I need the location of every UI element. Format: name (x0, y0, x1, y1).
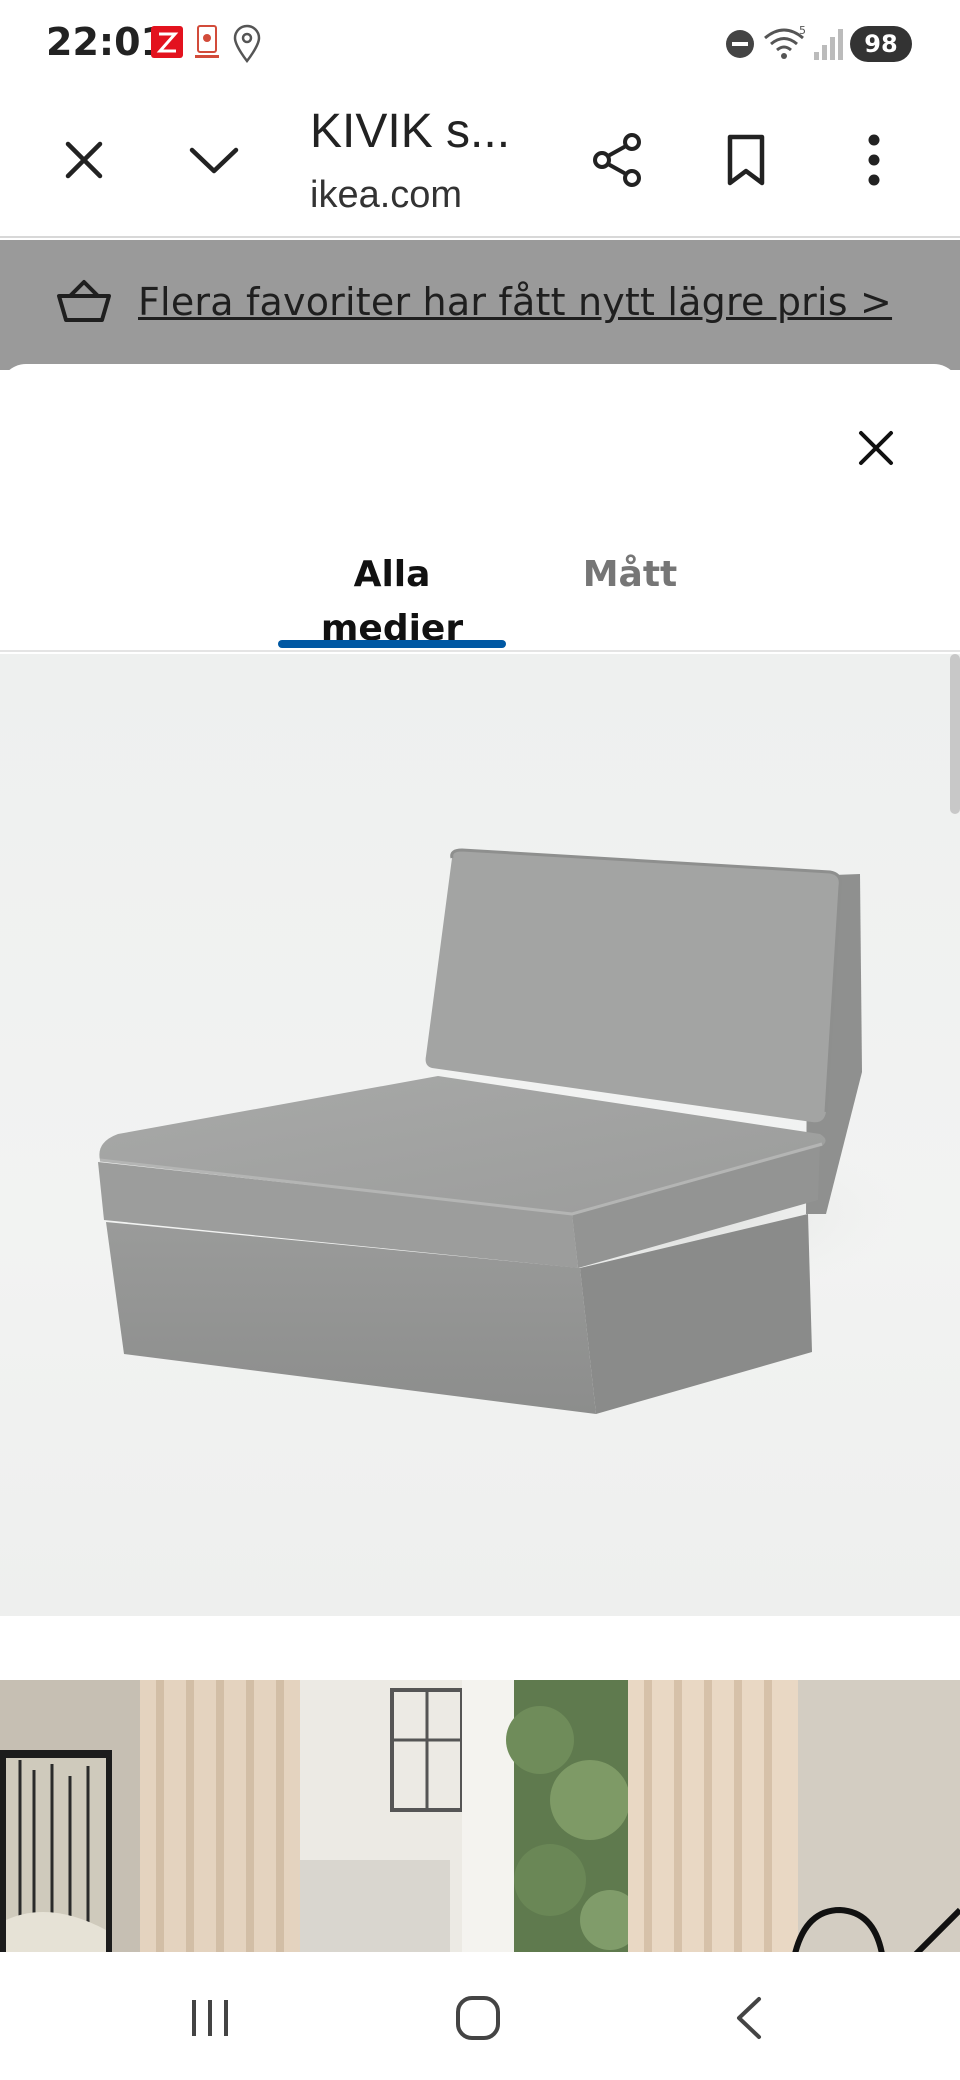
room-scene-illustration (0, 1680, 960, 1952)
back-icon (737, 1997, 761, 2039)
do-not-disturb-icon (726, 30, 754, 58)
recent-apps-icon (192, 2000, 228, 2036)
browser-toolbar: KIVIK s... ikea.com (0, 90, 960, 238)
system-nav-bar (0, 1952, 960, 2080)
battery-indicator: 98 (850, 26, 912, 62)
status-time: 22:01 (46, 20, 167, 64)
share-icon (593, 133, 641, 187)
media-tabs: Alla medier Mått (0, 548, 960, 652)
close-tab-button[interactable] (44, 120, 124, 200)
active-tab-indicator (278, 640, 506, 648)
close-icon (65, 141, 103, 179)
scrollbar[interactable] (950, 654, 960, 814)
room-photo[interactable] (0, 1680, 960, 1952)
notification-z-icon (151, 26, 183, 58)
status-bar: 22:01 5 98 (0, 0, 960, 90)
chevron-down-icon (189, 147, 239, 174)
basket-icon (57, 280, 111, 322)
home-button[interactable] (428, 1978, 528, 2058)
tab-alla-medier[interactable]: Alla medier (278, 548, 506, 652)
home-icon (456, 1996, 500, 2040)
expand-button[interactable] (174, 120, 254, 200)
more-options-button[interactable] (834, 120, 914, 200)
sheet-close-button[interactable] (836, 408, 916, 488)
product-image[interactable] (0, 654, 960, 1616)
signal-icon (814, 29, 843, 60)
more-vert-icon (868, 134, 880, 186)
recent-apps-button[interactable] (160, 1978, 260, 2058)
share-button[interactable] (578, 120, 658, 200)
notification-app-icon (195, 25, 219, 58)
page-title[interactable]: KIVIK s... (310, 104, 510, 159)
bookmark-icon (727, 134, 765, 186)
price-drop-banner: Flera favoriter har fått nytt lägre pris… (0, 240, 960, 370)
bookmark-button[interactable] (706, 120, 786, 200)
media-sheet: Alla medier Mått (0, 364, 960, 1952)
wifi-icon: 5 (764, 24, 806, 59)
chaise-longue-illustration (98, 848, 910, 1414)
svg-text:5: 5 (799, 24, 806, 37)
price-drop-link[interactable]: Flera favoriter har fått nytt lägre pris… (138, 280, 892, 324)
tab-matt[interactable]: Mått (570, 548, 690, 652)
back-button[interactable] (698, 1978, 798, 2058)
page-url[interactable]: ikea.com (310, 174, 462, 217)
close-icon (859, 431, 893, 465)
location-icon (233, 24, 261, 64)
